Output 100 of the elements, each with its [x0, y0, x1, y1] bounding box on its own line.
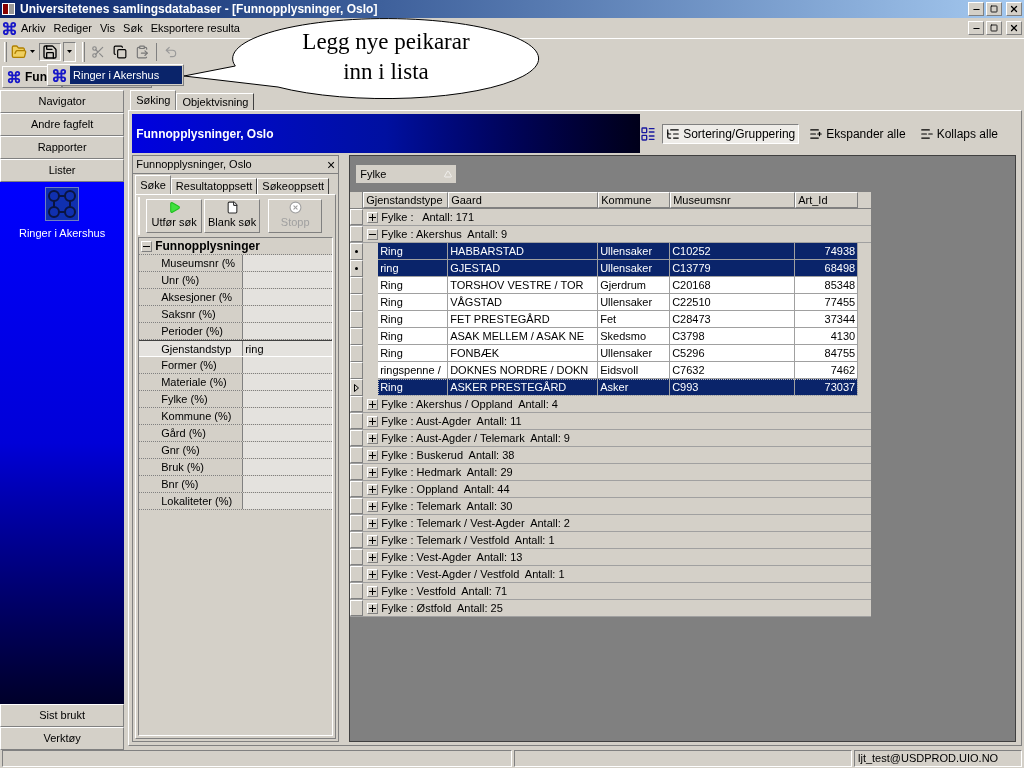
group-row-label[interactable]: Fylke : Aust-Agder Antall: 11: [381, 412, 522, 430]
expand-icon[interactable]: [367, 517, 379, 529]
paste-icon[interactable]: [135, 44, 149, 59]
navigator-button[interactable]: Sist brukt: [0, 704, 125, 727]
panel-tab[interactable]: Søke: [135, 175, 171, 194]
group-row-label[interactable]: Fylke : Oppland Antall: 44: [381, 480, 510, 498]
group-row-label[interactable]: Fylke : Buskerud Antall: 38: [381, 446, 515, 464]
view-tab[interactable]: Objektvisning: [176, 93, 255, 110]
panel-tab[interactable]: Resultatoppsett: [170, 178, 258, 194]
search-field-row[interactable]: Bruk (%): [139, 459, 333, 476]
cut-icon[interactable]: [91, 44, 105, 59]
dropdown-button[interactable]: [63, 41, 76, 62]
menu-item[interactable]: Ringer i Akershus: [70, 66, 182, 84]
search-field-row[interactable]: Materiale (%): [139, 374, 333, 391]
restore-button[interactable]: [986, 21, 1002, 35]
expand-icon[interactable]: [367, 432, 379, 444]
group-row-label[interactable]: Fylke : Hedmark Antall: 29: [381, 463, 513, 481]
menu-item[interactable]: Arkiv: [17, 19, 50, 37]
navigator-button[interactable]: Verktøy: [0, 727, 125, 750]
minimize-button[interactable]: [968, 21, 984, 35]
row-header[interactable]: [350, 379, 364, 396]
menu-item[interactable]: Søk: [119, 19, 147, 37]
search-field-row[interactable]: Bnr (%): [139, 476, 333, 493]
group-row-label[interactable]: Fylke : Vest-Agder Antall: 13: [381, 548, 523, 566]
expand-icon[interactable]: [367, 449, 379, 461]
expand-icon[interactable]: [367, 551, 379, 563]
table-row[interactable]: Ring FONBÆK Ullensaker C5296 84755: [378, 345, 859, 362]
expand-icon[interactable]: [367, 398, 379, 410]
expand-icon[interactable]: [367, 585, 379, 597]
collapse-icon[interactable]: [367, 228, 379, 240]
group-row-label[interactable]: Fylke : Vestfold Antall: 71: [381, 582, 508, 600]
table-row[interactable]: Ring ASKER PRESTEGÅRD Asker C993 73037: [378, 379, 859, 396]
save-button[interactable]: [39, 42, 61, 61]
search-field-row[interactable]: Gård (%): [139, 425, 333, 442]
group-row-label[interactable]: Fylke : Telemark / Vest-Agder Antall: 2: [381, 514, 570, 532]
field-value[interactable]: [243, 408, 333, 424]
table-row[interactable]: Ring VÅGSTAD Ullensaker C22510 77455: [378, 294, 859, 311]
search-field-row[interactable]: Saksnr (%): [139, 306, 333, 323]
menu-item[interactable]: Vis: [96, 19, 120, 37]
column-header[interactable]: Gaard: [448, 192, 599, 208]
expand-icon[interactable]: [367, 534, 379, 546]
group-by-chip[interactable]: Fylke: [356, 165, 457, 183]
search-field-row[interactable]: Kommune (%): [139, 408, 333, 425]
group-row-label[interactable]: Fylke : Aust-Agder / Telemark Antall: 9: [381, 429, 570, 447]
toolbar-button[interactable]: Kollaps alle: [915, 123, 1002, 144]
field-value[interactable]: [243, 476, 333, 492]
restore-button[interactable]: [986, 2, 1002, 16]
group-row-label[interactable]: Fylke : Akershus / Oppland Antall: 4: [381, 395, 558, 413]
expand-icon[interactable]: [367, 211, 379, 223]
group-row-label[interactable]: Fylke : Akershus Antall: 9: [381, 225, 508, 243]
expand-icon[interactable]: [367, 466, 379, 478]
field-value[interactable]: [243, 323, 333, 339]
minimize-button[interactable]: [968, 2, 984, 16]
field-value[interactable]: [243, 493, 333, 509]
column-header[interactable]: Kommune: [598, 192, 671, 208]
expand-icon[interactable]: [367, 602, 379, 614]
field-value[interactable]: [243, 272, 333, 288]
collapse-icon[interactable]: [141, 240, 153, 252]
search-field-row[interactable]: Unr (%): [139, 272, 333, 289]
row-header[interactable]: [350, 260, 364, 277]
field-value[interactable]: [243, 391, 333, 407]
group-row-label[interactable]: Fylke : Telemark Antall: 30: [381, 497, 513, 515]
panel-tab[interactable]: Søkeoppsett: [257, 178, 330, 194]
group-row-label[interactable]: Fylke : Vest-Agder / Vestfold Antall: 1: [381, 565, 565, 583]
field-value[interactable]: [243, 374, 333, 390]
search-field-row[interactable]: Gjenstandstyp ring: [139, 340, 333, 357]
navigator-button[interactable]: Rapporter: [0, 136, 125, 159]
close-button[interactable]: [1006, 2, 1022, 16]
table-row[interactable]: Ring ASAK MELLEM / ASAK NE Skedsmo C3798 4130: [378, 328, 859, 345]
field-value[interactable]: [243, 442, 333, 458]
table-row[interactable]: ringspenne / DOKNES NORDRE / DOKN Eidsvoll C7632 7462: [378, 362, 859, 379]
search-field-row[interactable]: Fylke (%): [139, 391, 333, 408]
close-button[interactable]: [1006, 21, 1022, 35]
group-row-label[interactable]: Fylke : Telemark / Vestfold Antall: 1: [381, 531, 555, 549]
search-field-row[interactable]: Aksesjoner (%: [139, 289, 333, 306]
field-value[interactable]: [243, 289, 333, 305]
group-row-label[interactable]: Fylke : Antall: 171: [381, 208, 475, 226]
copy-icon[interactable]: [113, 44, 127, 59]
field-value[interactable]: [243, 425, 333, 441]
toolbar-button[interactable]: Sortering/Gruppering: [662, 123, 800, 144]
column-header[interactable]: Museumsnr: [670, 192, 796, 208]
menu-item[interactable]: Rediger: [49, 19, 96, 37]
navigator-button[interactable]: Andre fagfelt: [0, 113, 125, 136]
expand-icon[interactable]: [367, 483, 379, 495]
table-row[interactable]: Ring TORSHOV VESTRE / TOR Gjerdrum C20168 85348: [378, 277, 859, 294]
group-row-label[interactable]: Fylke : Østfold Antall: 25: [381, 599, 503, 617]
table-row[interactable]: Ring FET PRESTEGÅRD Fet C28473 37344: [378, 311, 859, 328]
search-field-row[interactable]: Gnr (%): [139, 442, 333, 459]
close-button[interactable]: ×: [327, 157, 336, 172]
expand-icon[interactable]: [367, 500, 379, 512]
list-item[interactable]: Ringer i Akershus: [18, 187, 106, 242]
table-row[interactable]: Ring HABBARSTAD Ullensaker C10252 74938: [378, 243, 859, 260]
row-header[interactable]: [350, 243, 364, 260]
search-field-row[interactable]: Lokaliteter (%): [139, 493, 333, 510]
search-field-row[interactable]: Museumsnr (%: [139, 255, 333, 272]
navigator-button[interactable]: Lister: [0, 159, 125, 182]
search-field-row[interactable]: Former (%): [139, 357, 333, 374]
table-row[interactable]: ring GJESTAD Ullensaker C13779 68498: [378, 260, 859, 277]
search-button[interactable]: Blank søk: [204, 199, 261, 233]
menu-item[interactable]: Eksportere resulta: [146, 19, 244, 37]
